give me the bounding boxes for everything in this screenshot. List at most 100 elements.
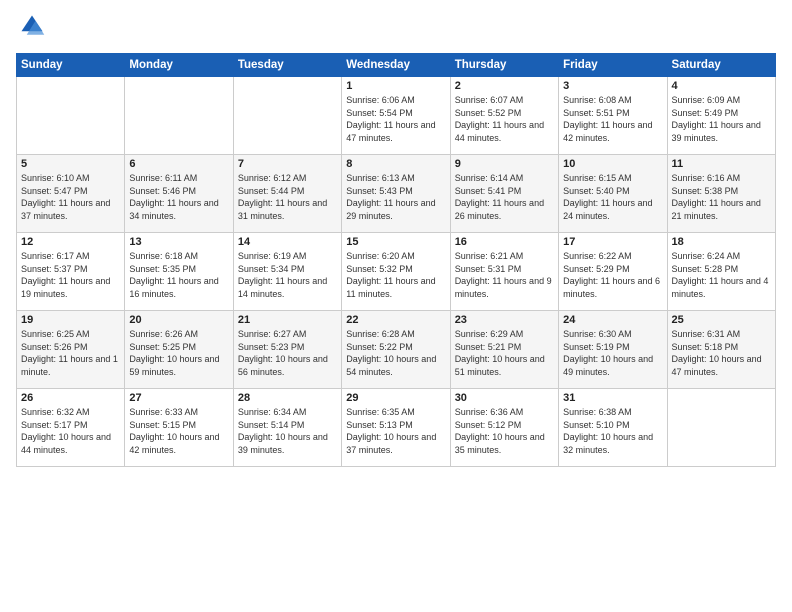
day-info: Sunrise: 6:12 AMSunset: 5:44 PMDaylight:… [238,172,337,222]
day-number: 13 [129,236,228,248]
day-info: Sunrise: 6:21 AMSunset: 5:31 PMDaylight:… [455,250,554,300]
day-number: 23 [455,314,554,326]
calendar-cell: 6 Sunrise: 6:11 AMSunset: 5:46 PMDaylight… [125,155,233,233]
week-row-5: 26 Sunrise: 6:32 AMSunset: 5:17 PMDayligh… [17,389,776,467]
week-row-3: 12Sunrise: 6:17 AMSunset: 5:37 PMDayligh… [17,233,776,311]
calendar-cell: 13 Sunrise: 6:18 AMSunset: 5:35 PMDayligh… [125,233,233,311]
calendar-cell: 3 Sunrise: 6:08 AMSunset: 5:51 PMDaylight… [559,77,667,155]
day-info: Sunrise: 6:13 AMSunset: 5:43 PMDaylight:… [346,172,445,222]
calendar-cell: 1 Sunrise: 6:06 AMSunset: 5:54 PMDaylight… [342,77,450,155]
day-info: Sunrise: 6:16 AMSunset: 5:38 PMDaylight:… [672,172,771,222]
day-number: 3 [563,80,662,92]
calendar-cell: 27 Sunrise: 6:33 AMSunset: 5:15 PMDayligh… [125,389,233,467]
day-number: 4 [672,80,771,92]
day-number: 19 [21,314,120,326]
day-info: Sunrise: 6:38 AMSunset: 5:10 PMDaylight:… [563,406,662,456]
day-number: 31 [563,392,662,404]
day-info: Sunrise: 6:11 AMSunset: 5:46 PMDaylight:… [129,172,228,222]
day-number: 7 [238,158,337,170]
calendar-cell: 4 Sunrise: 6:09 AMSunset: 5:49 PMDaylight… [667,77,775,155]
day-info: Sunrise: 6:19 AMSunset: 5:34 PMDaylight:… [238,250,337,300]
day-number: 1 [346,80,445,92]
weekday-header-wednesday: Wednesday [342,54,450,77]
calendar-cell: 12Sunrise: 6:17 AMSunset: 5:37 PMDayligh… [17,233,125,311]
day-number: 27 [129,392,228,404]
day-info: Sunrise: 6:29 AMSunset: 5:21 PMDaylight:… [455,328,554,378]
day-number: 2 [455,80,554,92]
weekday-header-row: SundayMondayTuesdayWednesdayThursdayFrid… [17,54,776,77]
day-number: 10 [563,158,662,170]
weekday-header-friday: Friday [559,54,667,77]
calendar-cell: 28 Sunrise: 6:34 AMSunset: 5:14 PMDayligh… [233,389,341,467]
day-info: Sunrise: 6:36 AMSunset: 5:12 PMDaylight:… [455,406,554,456]
day-info: Sunrise: 6:30 AMSunset: 5:19 PMDaylight:… [563,328,662,378]
day-info: Sunrise: 6:33 AMSunset: 5:15 PMDaylight:… [129,406,228,456]
calendar-cell: 29Sunrise: 6:35 AMSunset: 5:13 PMDayligh… [342,389,450,467]
calendar-cell: 25 Sunrise: 6:31 AMSunset: 5:18 PMDayligh… [667,311,775,389]
day-info: Sunrise: 6:20 AMSunset: 5:32 PMDaylight:… [346,250,445,300]
calendar: SundayMondayTuesdayWednesdayThursdayFrid… [16,53,776,467]
calendar-cell: 21Sunrise: 6:27 AMSunset: 5:23 PMDayligh… [233,311,341,389]
day-number: 8 [346,158,445,170]
logo [16,12,46,45]
calendar-cell: 14 Sunrise: 6:19 AMSunset: 5:34 PMDayligh… [233,233,341,311]
day-info: Sunrise: 6:06 AMSunset: 5:54 PMDaylight:… [346,94,445,144]
weekday-header-monday: Monday [125,54,233,77]
weekday-header-thursday: Thursday [450,54,558,77]
day-info: Sunrise: 6:08 AMSunset: 5:51 PMDaylight:… [563,94,662,144]
calendar-cell: 9 Sunrise: 6:14 AMSunset: 5:41 PMDaylight… [450,155,558,233]
week-row-1: 1 Sunrise: 6:06 AMSunset: 5:54 PMDaylight… [17,77,776,155]
day-info: Sunrise: 6:31 AMSunset: 5:18 PMDaylight:… [672,328,771,378]
day-number: 14 [238,236,337,248]
day-info: Sunrise: 6:18 AMSunset: 5:35 PMDaylight:… [129,250,228,300]
calendar-cell: 11 Sunrise: 6:16 AMSunset: 5:38 PMDayligh… [667,155,775,233]
day-number: 25 [672,314,771,326]
day-info: Sunrise: 6:15 AMSunset: 5:40 PMDaylight:… [563,172,662,222]
calendar-cell: 16 Sunrise: 6:21 AMSunset: 5:31 PMDayligh… [450,233,558,311]
day-number: 28 [238,392,337,404]
calendar-cell: 8 Sunrise: 6:13 AMSunset: 5:43 PMDaylight… [342,155,450,233]
calendar-cell: 23 Sunrise: 6:29 AMSunset: 5:21 PMDayligh… [450,311,558,389]
day-info: Sunrise: 6:07 AMSunset: 5:52 PMDaylight:… [455,94,554,144]
day-number: 11 [672,158,771,170]
day-number: 5 [21,158,120,170]
week-row-2: 5 Sunrise: 6:10 AMSunset: 5:47 PMDaylight… [17,155,776,233]
day-info: Sunrise: 6:25 AMSunset: 5:26 PMDaylight:… [21,328,120,378]
day-info: Sunrise: 6:14 AMSunset: 5:41 PMDaylight:… [455,172,554,222]
calendar-cell: 7 Sunrise: 6:12 AMSunset: 5:44 PMDaylight… [233,155,341,233]
weekday-header-tuesday: Tuesday [233,54,341,77]
calendar-cell: 10 Sunrise: 6:15 AMSunset: 5:40 PMDayligh… [559,155,667,233]
calendar-cell [125,77,233,155]
day-info: Sunrise: 6:32 AMSunset: 5:17 PMDaylight:… [21,406,120,456]
calendar-cell: 20Sunrise: 6:26 AMSunset: 5:25 PMDayligh… [125,311,233,389]
calendar-cell: 15 Sunrise: 6:20 AMSunset: 5:32 PMDayligh… [342,233,450,311]
day-info: Sunrise: 6:35 AMSunset: 5:13 PMDaylight:… [346,406,445,456]
day-number: 15 [346,236,445,248]
day-info: Sunrise: 6:34 AMSunset: 5:14 PMDaylight:… [238,406,337,456]
calendar-cell: 19 Sunrise: 6:25 AMSunset: 5:26 PMDayligh… [17,311,125,389]
day-number: 17 [563,236,662,248]
day-number: 30 [455,392,554,404]
day-number: 26 [21,392,120,404]
day-info: Sunrise: 6:28 AMSunset: 5:22 PMDaylight:… [346,328,445,378]
day-info: Sunrise: 6:10 AMSunset: 5:47 PMDaylight:… [21,172,120,222]
calendar-cell: 17Sunrise: 6:22 AMSunset: 5:29 PMDayligh… [559,233,667,311]
day-number: 24 [563,314,662,326]
weekday-header-sunday: Sunday [17,54,125,77]
calendar-cell: 30 Sunrise: 6:36 AMSunset: 5:12 PMDayligh… [450,389,558,467]
day-info: Sunrise: 6:09 AMSunset: 5:49 PMDaylight:… [672,94,771,144]
header [16,12,776,45]
day-info: Sunrise: 6:27 AMSunset: 5:23 PMDaylight:… [238,328,337,378]
calendar-cell: 26 Sunrise: 6:32 AMSunset: 5:17 PMDayligh… [17,389,125,467]
day-number: 9 [455,158,554,170]
day-number: 6 [129,158,228,170]
calendar-cell [17,77,125,155]
week-row-4: 19 Sunrise: 6:25 AMSunset: 5:26 PMDayligh… [17,311,776,389]
day-number: 18 [672,236,771,248]
logo-icon [18,12,46,40]
day-info: Sunrise: 6:17 AMSunset: 5:37 PMDaylight:… [21,250,120,300]
calendar-cell [667,389,775,467]
day-number: 16 [455,236,554,248]
calendar-cell: 24 Sunrise: 6:30 AMSunset: 5:19 PMDayligh… [559,311,667,389]
calendar-cell: 22Sunrise: 6:28 AMSunset: 5:22 PMDayligh… [342,311,450,389]
